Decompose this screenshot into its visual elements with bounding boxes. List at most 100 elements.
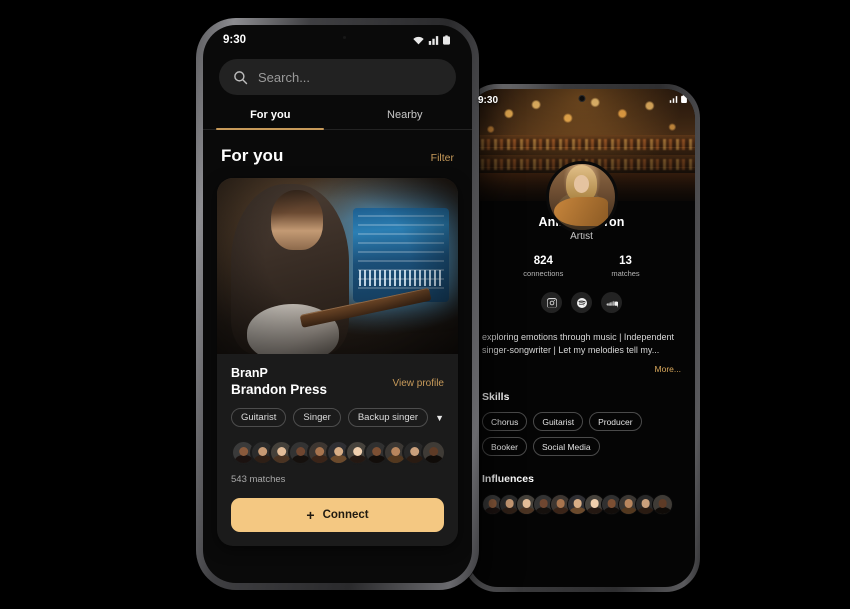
search-placeholder: Search... [258, 69, 311, 85]
tag-chip[interactable]: Guitarist [231, 408, 287, 427]
battery-icon [443, 35, 450, 45]
avatar-body [484, 506, 501, 515]
card-identity-row: BranP Brandon Press View profile [231, 366, 444, 397]
avatar-face [409, 446, 420, 457]
stat-matches-label: matches [611, 269, 640, 278]
avatar-body [654, 506, 671, 515]
bio-more-link[interactable]: More... [482, 364, 681, 374]
influences-title: Influences [482, 473, 534, 486]
filter-button[interactable]: Filter [431, 152, 454, 164]
soundcloud-icon [605, 300, 618, 307]
spotify-link[interactable] [571, 292, 592, 313]
card-body: BranP Brandon Press View profile Guitari… [217, 354, 458, 546]
avatar-face [573, 498, 582, 508]
avatar-face [333, 446, 344, 457]
avatar-face [607, 498, 616, 508]
front-camera-icon [342, 36, 346, 39]
right-profile-body: Anika Siphron Artist 824 connections 13 … [468, 215, 695, 521]
right-phone-screen: 9:30 Anika Siphron Artist 824 connection… [468, 89, 695, 587]
battery-icon [681, 95, 687, 103]
stat-connections-label: connections [523, 269, 564, 278]
avatar-face [295, 446, 306, 457]
avatar-face [371, 446, 382, 457]
left-status-bar: 9:30 [203, 25, 472, 55]
avatar-body [603, 506, 620, 515]
avatar-face [390, 446, 401, 457]
tag-chip[interactable]: Backup singer [347, 408, 429, 427]
profile-avatar [545, 161, 618, 233]
match-count-label: 543 matches [231, 474, 286, 485]
stat-connections-value: 824 [533, 255, 553, 267]
social-links [482, 292, 681, 313]
instagram-icon [546, 297, 557, 308]
wifi-icon [413, 36, 424, 44]
stat-matches-value: 13 [619, 255, 632, 267]
plus-icon: + [306, 507, 315, 523]
tab-nearby[interactable]: Nearby [338, 109, 473, 129]
section-header: For you Filter [203, 130, 472, 166]
avatar-face [257, 446, 268, 457]
search-icon [234, 70, 248, 84]
avatar-face [556, 498, 565, 508]
status-time: 9:30 [223, 34, 247, 46]
avatar-face [624, 498, 633, 508]
view-profile-link[interactable]: View profile [392, 378, 444, 389]
instagram-link[interactable] [541, 292, 562, 313]
stat-matches: 13 matches [611, 255, 639, 278]
avatar-face [641, 498, 650, 508]
skills-chip-list: Chorus Guitarist Producer Booker Social … [482, 412, 681, 457]
skill-chip[interactable]: Booker [482, 437, 527, 457]
avatar-face [658, 498, 667, 508]
profile-card[interactable]: BranP Brandon Press View profile Guitari… [217, 178, 458, 546]
page-title: For you [221, 146, 284, 165]
avatar-body [569, 506, 586, 515]
profile-bio: exploring emotions through music | Indep… [482, 331, 681, 357]
avatar-face [590, 498, 599, 508]
match-avatar-row[interactable] [231, 440, 446, 465]
avatar-body [552, 506, 569, 515]
card-tag-list: Guitarist Singer Backup singer ▼ [231, 408, 444, 427]
avatar[interactable] [652, 494, 673, 516]
tab-for-you[interactable]: For you [203, 109, 338, 130]
tag-chip[interactable]: Singer [293, 408, 341, 427]
avatar-body [518, 506, 535, 515]
avatar-body [637, 506, 654, 515]
search-input[interactable]: Search... [219, 59, 456, 95]
phone-left: 9:30 Search... For you Nearby For you Fi… [196, 18, 479, 590]
scene: 9:30 Anika Siphron Artist 824 connection… [0, 0, 850, 609]
phone-right: 9:30 Anika Siphron Artist 824 connection… [463, 84, 700, 592]
chevron-down-icon[interactable]: ▼ [435, 413, 444, 423]
spotify-icon [576, 297, 587, 308]
right-status-time: 9:30 [478, 95, 499, 106]
status-icons [413, 35, 450, 45]
left-phone-screen: 9:30 Search... For you Nearby For you Fi… [203, 25, 472, 583]
stat-connections: 824 connections [523, 255, 563, 278]
signal-icon [669, 95, 678, 103]
avatar-body [620, 506, 637, 515]
front-camera-icon [578, 95, 585, 102]
avatar-body [586, 506, 603, 515]
skill-chip[interactable]: Social Media [532, 437, 600, 457]
right-status-icons [669, 95, 687, 103]
profile-bio-line-1: exploring emotions through music | Indep… [482, 332, 674, 342]
signal-icon [428, 35, 439, 45]
card-photo [217, 178, 458, 354]
tab-bar: For you Nearby [203, 109, 472, 130]
avatar-face [276, 446, 287, 457]
avatar-face [428, 446, 439, 457]
avatar[interactable] [421, 440, 446, 465]
influences-avatar-row[interactable] [482, 494, 681, 521]
skill-chip[interactable]: Guitarist [533, 412, 584, 432]
avatar-body [501, 506, 518, 515]
connect-button-label: Connect [322, 509, 369, 521]
card-handle: BranP [231, 366, 268, 380]
card-full-name: Brandon Press [231, 382, 328, 397]
avatar-face [522, 498, 531, 508]
soundcloud-link[interactable] [601, 292, 622, 313]
connect-button[interactable]: + Connect [231, 498, 444, 532]
skill-chip[interactable]: Chorus [482, 412, 528, 432]
skill-chip[interactable]: Producer [589, 412, 642, 432]
profile-stats: 824 connections 13 matches [482, 255, 681, 278]
avatar-face [238, 446, 249, 457]
avatar-body [535, 506, 552, 515]
